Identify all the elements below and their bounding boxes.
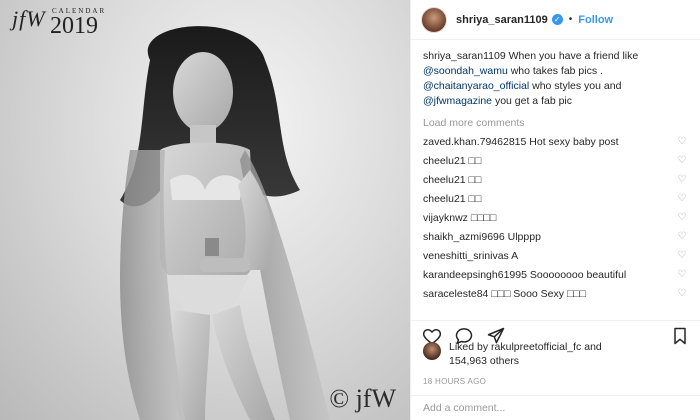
comment-row: cheelu21 □□ ♡ — [423, 154, 689, 168]
post-timestamp[interactable]: 18 HOURS AGO — [423, 377, 486, 386]
liker-username[interactable]: rakulpreetofficial_fc — [491, 341, 581, 353]
post-panel: shriya_saran1109 ✓ • Follow shriya_saran… — [410, 0, 700, 420]
comment-text: Soooooooo beautiful — [529, 269, 627, 281]
caption-text-4: you get a fab pic — [492, 95, 573, 107]
comment-like-heart-icon[interactable]: ♡ — [675, 230, 689, 244]
post-photo[interactable]: jfW CALENDAR 2019 © jfW — [0, 0, 410, 420]
caption-text-2: who takes fab pics . — [507, 65, 603, 77]
comments-list[interactable]: shriya_saran1109 When you have a friend … — [411, 41, 700, 320]
author-username[interactable]: shriya_saran1109 — [456, 14, 548, 26]
author-avatar[interactable] — [421, 6, 447, 33]
mention-link[interactable]: @soondah_wamu — [423, 65, 508, 77]
comment-row: cheelu21 □□ ♡ — [423, 173, 689, 187]
add-comment-bar — [411, 395, 700, 420]
comment-text: □□ — [468, 193, 482, 205]
follow-button[interactable]: Follow — [578, 14, 613, 26]
comment-row: veneshitti_srinivas A ♡ — [423, 249, 689, 263]
comment-like-heart-icon[interactable]: ♡ — [675, 192, 689, 206]
comment-text: Ulpppp — [507, 231, 541, 243]
post-header: shriya_saran1109 ✓ • Follow — [411, 0, 700, 40]
comment-like-heart-icon[interactable]: ♡ — [675, 154, 689, 168]
post-caption: shriya_saran1109 When you have a friend … — [423, 49, 689, 109]
comment-like-heart-icon[interactable]: ♡ — [675, 211, 689, 225]
comment-text: A — [511, 250, 519, 262]
comment-username[interactable]: karandeepsingh61995 — [423, 269, 527, 281]
likes-prefix: Liked by — [449, 341, 492, 353]
caption-username[interactable]: shriya_saran1109 — [423, 50, 506, 62]
comment-row: zaved.khan.79462815 Hot sexy baby post ♡ — [423, 135, 689, 149]
likes-middle: and — [581, 341, 602, 353]
comment-text: □□ — [468, 174, 482, 186]
photo-figure — [120, 26, 330, 420]
comment-username[interactable]: cheelu21 — [423, 193, 466, 205]
photo-watermark: © jfW — [329, 384, 396, 413]
caption-text-3: who styles you and — [529, 80, 622, 92]
comment-row: cheelu21 □□ ♡ — [423, 192, 689, 206]
comment-like-heart-icon[interactable]: ♡ — [675, 173, 689, 187]
comment-username[interactable]: shaikh_azmi9696 — [423, 231, 505, 243]
comment-text: □□□□ — [470, 212, 497, 224]
mention-link[interactable]: @jfwmagazine — [423, 95, 492, 107]
brand-logo-text: jfW — [12, 6, 46, 31]
comment-username[interactable]: veneshitti_srinivas — [423, 250, 509, 262]
load-more-comments-button[interactable]: Load more comments — [423, 117, 689, 129]
comment-text: □□□ Sooo Sexy □□□ — [491, 288, 586, 300]
comment-text: □□ — [468, 155, 482, 167]
caption-text-1: When you have a friend like — [505, 50, 639, 62]
comment-row: saraceleste84 □□□ Sooo Sexy □□□ ♡ — [423, 287, 689, 301]
brand-year-text: 2019 — [50, 13, 98, 39]
add-comment-input[interactable] — [423, 402, 689, 414]
mention-link[interactable]: @chaitanyarao_official — [423, 80, 529, 92]
comment-username[interactable]: cheelu21 — [423, 155, 466, 167]
comment-row: vijayknwz □□□□ ♡ — [423, 211, 689, 225]
likes-summary: Liked by rakulpreetofficial_fc and 154,9… — [423, 340, 693, 368]
comment-username[interactable]: saraceleste84 — [423, 288, 488, 300]
jfw-calendar-logo: jfW CALENDAR 2019 — [12, 6, 104, 38]
comment-text: Hot sexy baby post — [529, 136, 619, 148]
comment-like-heart-icon[interactable]: ♡ — [675, 287, 689, 301]
comment-username[interactable]: vijayknwz — [423, 212, 468, 224]
comment-like-heart-icon[interactable]: ♡ — [675, 249, 689, 263]
liker-avatar[interactable] — [423, 342, 441, 360]
comment-username[interactable]: cheelu21 — [423, 174, 466, 186]
comment-row: karandeepsingh61995 Soooooooo beautiful … — [423, 268, 689, 282]
comment-like-heart-icon[interactable]: ♡ — [675, 135, 689, 149]
likes-text: Liked by rakulpreetofficial_fc and 154,9… — [449, 340, 602, 368]
header-separator: • — [568, 14, 573, 25]
verified-badge-icon: ✓ — [551, 14, 563, 25]
comment-row: shaikh_azmi9696 Ulpppp ♡ — [423, 230, 689, 244]
likes-count[interactable]: 154,963 others — [449, 355, 519, 367]
comment-username[interactable]: zaved.khan.79462815 — [423, 136, 526, 148]
comment-like-heart-icon[interactable]: ♡ — [675, 268, 689, 282]
